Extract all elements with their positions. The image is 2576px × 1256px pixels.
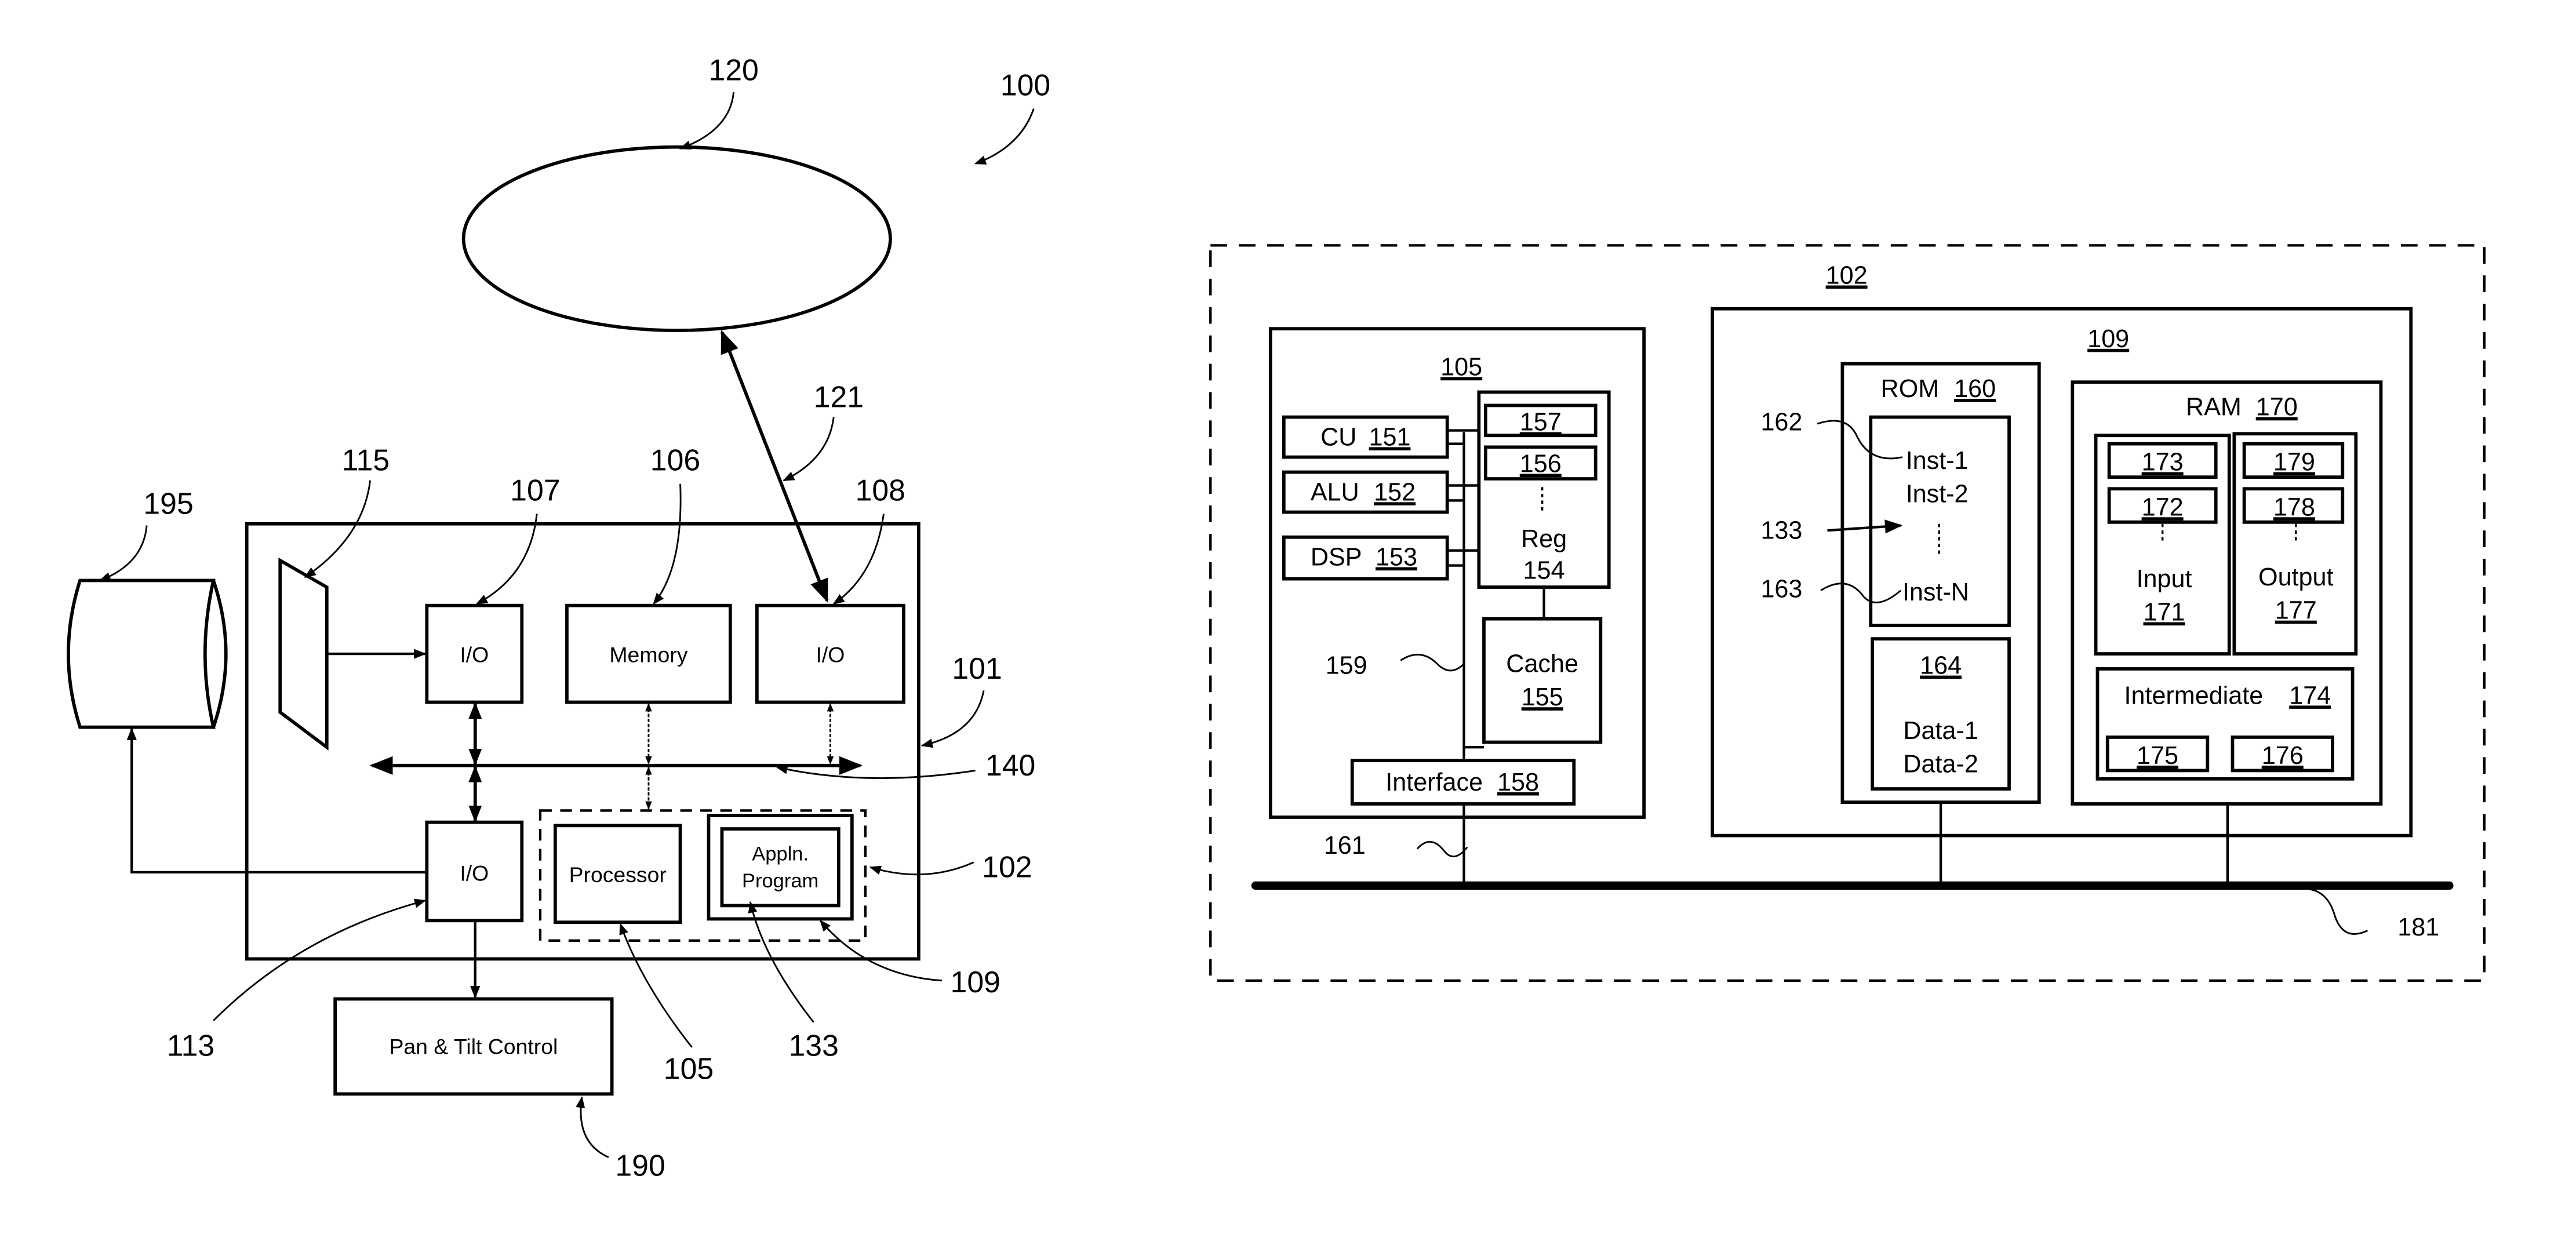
dsp-ref: 153	[1376, 544, 1417, 571]
label-101: 101	[952, 651, 1002, 685]
patent-figure: 100 120 121 195 101 115 I/O 107 Memory 1…	[67, 53, 2486, 1182]
processor-detail-ref: 105	[1440, 354, 1482, 381]
label-113: 113	[167, 1028, 215, 1062]
dsp-box	[1282, 535, 1449, 581]
leader-120	[679, 92, 735, 150]
io113-to-storage-arrow	[126, 727, 427, 874]
ram-input-173-ref: 173	[2142, 449, 2184, 476]
instruction-2: Inst-2	[1906, 480, 1969, 508]
instruction-1: Inst-1	[1906, 447, 1969, 475]
leader-100	[974, 108, 1035, 165]
leader-195	[99, 525, 148, 581]
label-102: 102	[982, 850, 1032, 884]
label-161: 161	[1324, 832, 1366, 860]
pan-tilt-label: Pan & Tilt Control	[389, 1034, 558, 1058]
memory-label: Memory	[609, 642, 687, 667]
leader-190	[576, 1096, 609, 1159]
leader-108	[832, 514, 885, 605]
network-ellipse	[461, 145, 892, 332]
ram-output-label: Output	[2258, 563, 2333, 591]
right-diagram: 102 105 CU 151 ALU 152 DSP 153 157 156 R…	[1209, 244, 2486, 982]
label-121: 121	[814, 380, 864, 413]
ram-output-ref: 177	[2275, 597, 2317, 625]
app-program-line2: Program	[742, 870, 818, 892]
image-sensor	[278, 558, 329, 751]
label-105: 105	[664, 1052, 714, 1086]
interface-label: Interface	[1385, 769, 1483, 796]
register-ref: 154	[1523, 557, 1565, 585]
label-106: 106	[650, 443, 700, 477]
ram-intermediate-175-ref: 175	[2137, 742, 2178, 770]
label-162: 162	[1760, 409, 1802, 436]
leader-106	[653, 483, 682, 605]
cache-label: Cache	[1506, 650, 1578, 678]
label-181: 181	[2397, 913, 2439, 941]
rom-data-2: Data-2	[1903, 750, 1978, 778]
alu-label: ALU	[1311, 478, 1359, 506]
squiggle-181	[2301, 888, 2368, 935]
leader-115	[304, 480, 371, 578]
ram-input-label: Input	[2137, 565, 2192, 593]
squiggle-161	[1416, 840, 1468, 858]
ram-output-178-ref: 178	[2273, 493, 2315, 521]
cache-ref: 155	[1522, 683, 1563, 711]
label-190: 190	[615, 1148, 665, 1182]
label-120: 120	[708, 53, 758, 87]
leader-140	[776, 764, 976, 779]
leader-107	[475, 514, 538, 605]
dsp-label: DSP	[1311, 544, 1362, 571]
ram-intermediate-label: Intermediate	[2124, 682, 2264, 709]
leader-109	[819, 919, 943, 982]
cache-box	[1482, 617, 1603, 744]
ram-label: RAM	[2186, 394, 2242, 421]
cu-ref: 151	[1369, 424, 1411, 452]
io-113-label: I/O	[460, 861, 489, 885]
rom-label: ROM	[1881, 375, 1940, 403]
register-label: Reg	[1521, 525, 1567, 553]
cu-label: CU	[1320, 424, 1356, 452]
label-108: 108	[856, 473, 905, 507]
app-program-line1: Appln.	[752, 843, 809, 865]
ram-input-ref: 171	[2144, 599, 2185, 627]
rom-ref: 160	[1954, 375, 1996, 403]
io-107-label: I/O	[460, 642, 489, 667]
register-156-ref: 156	[1520, 450, 1562, 478]
ram-intermediate-ref: 174	[2289, 682, 2331, 709]
rom-data-1: Data-1	[1903, 717, 1978, 745]
storage-detail-ref: 109	[2087, 325, 2129, 353]
cu-box	[1282, 415, 1449, 459]
interface-ref: 158	[1497, 769, 1539, 796]
label-195: 195	[143, 486, 193, 520]
label-163: 163	[1760, 575, 1802, 603]
label-133: 133	[789, 1028, 839, 1062]
processor-label: Processor	[569, 862, 667, 887]
leader-121	[783, 417, 835, 482]
instruction-n: Inst-N	[1902, 578, 1969, 606]
alu-ref: 152	[1374, 478, 1416, 506]
register-157-ref: 157	[1520, 409, 1562, 436]
ram-output-179-ref: 179	[2273, 449, 2315, 476]
label-140: 140	[985, 748, 1035, 782]
label-115: 115	[342, 443, 390, 477]
storage-cylinder	[67, 578, 228, 729]
ram-intermediate-176-ref: 176	[2262, 742, 2304, 770]
leader-101	[920, 690, 985, 748]
leader-102	[869, 861, 974, 876]
label-109: 109	[951, 965, 1000, 999]
ram-input-172-ref: 172	[2142, 493, 2184, 521]
network-connection	[720, 330, 829, 603]
label-133-detail: 133	[1760, 517, 1802, 545]
rom-data-ref: 164	[1920, 652, 1962, 680]
ram-ref: 170	[2256, 394, 2298, 421]
io-108-label: I/O	[816, 642, 845, 667]
app-program-box	[720, 827, 841, 908]
leader-105	[619, 923, 693, 1048]
label-159: 159	[1326, 652, 1367, 680]
alu-box	[1282, 470, 1449, 514]
label-100: 100	[1000, 68, 1050, 101]
left-diagram: 100 120 121 195 101 115 I/O 107 Memory 1…	[67, 53, 1050, 1182]
squiggle-159	[1400, 653, 1465, 672]
label-102-detail: 102	[1826, 262, 1868, 290]
label-107: 107	[510, 473, 560, 507]
